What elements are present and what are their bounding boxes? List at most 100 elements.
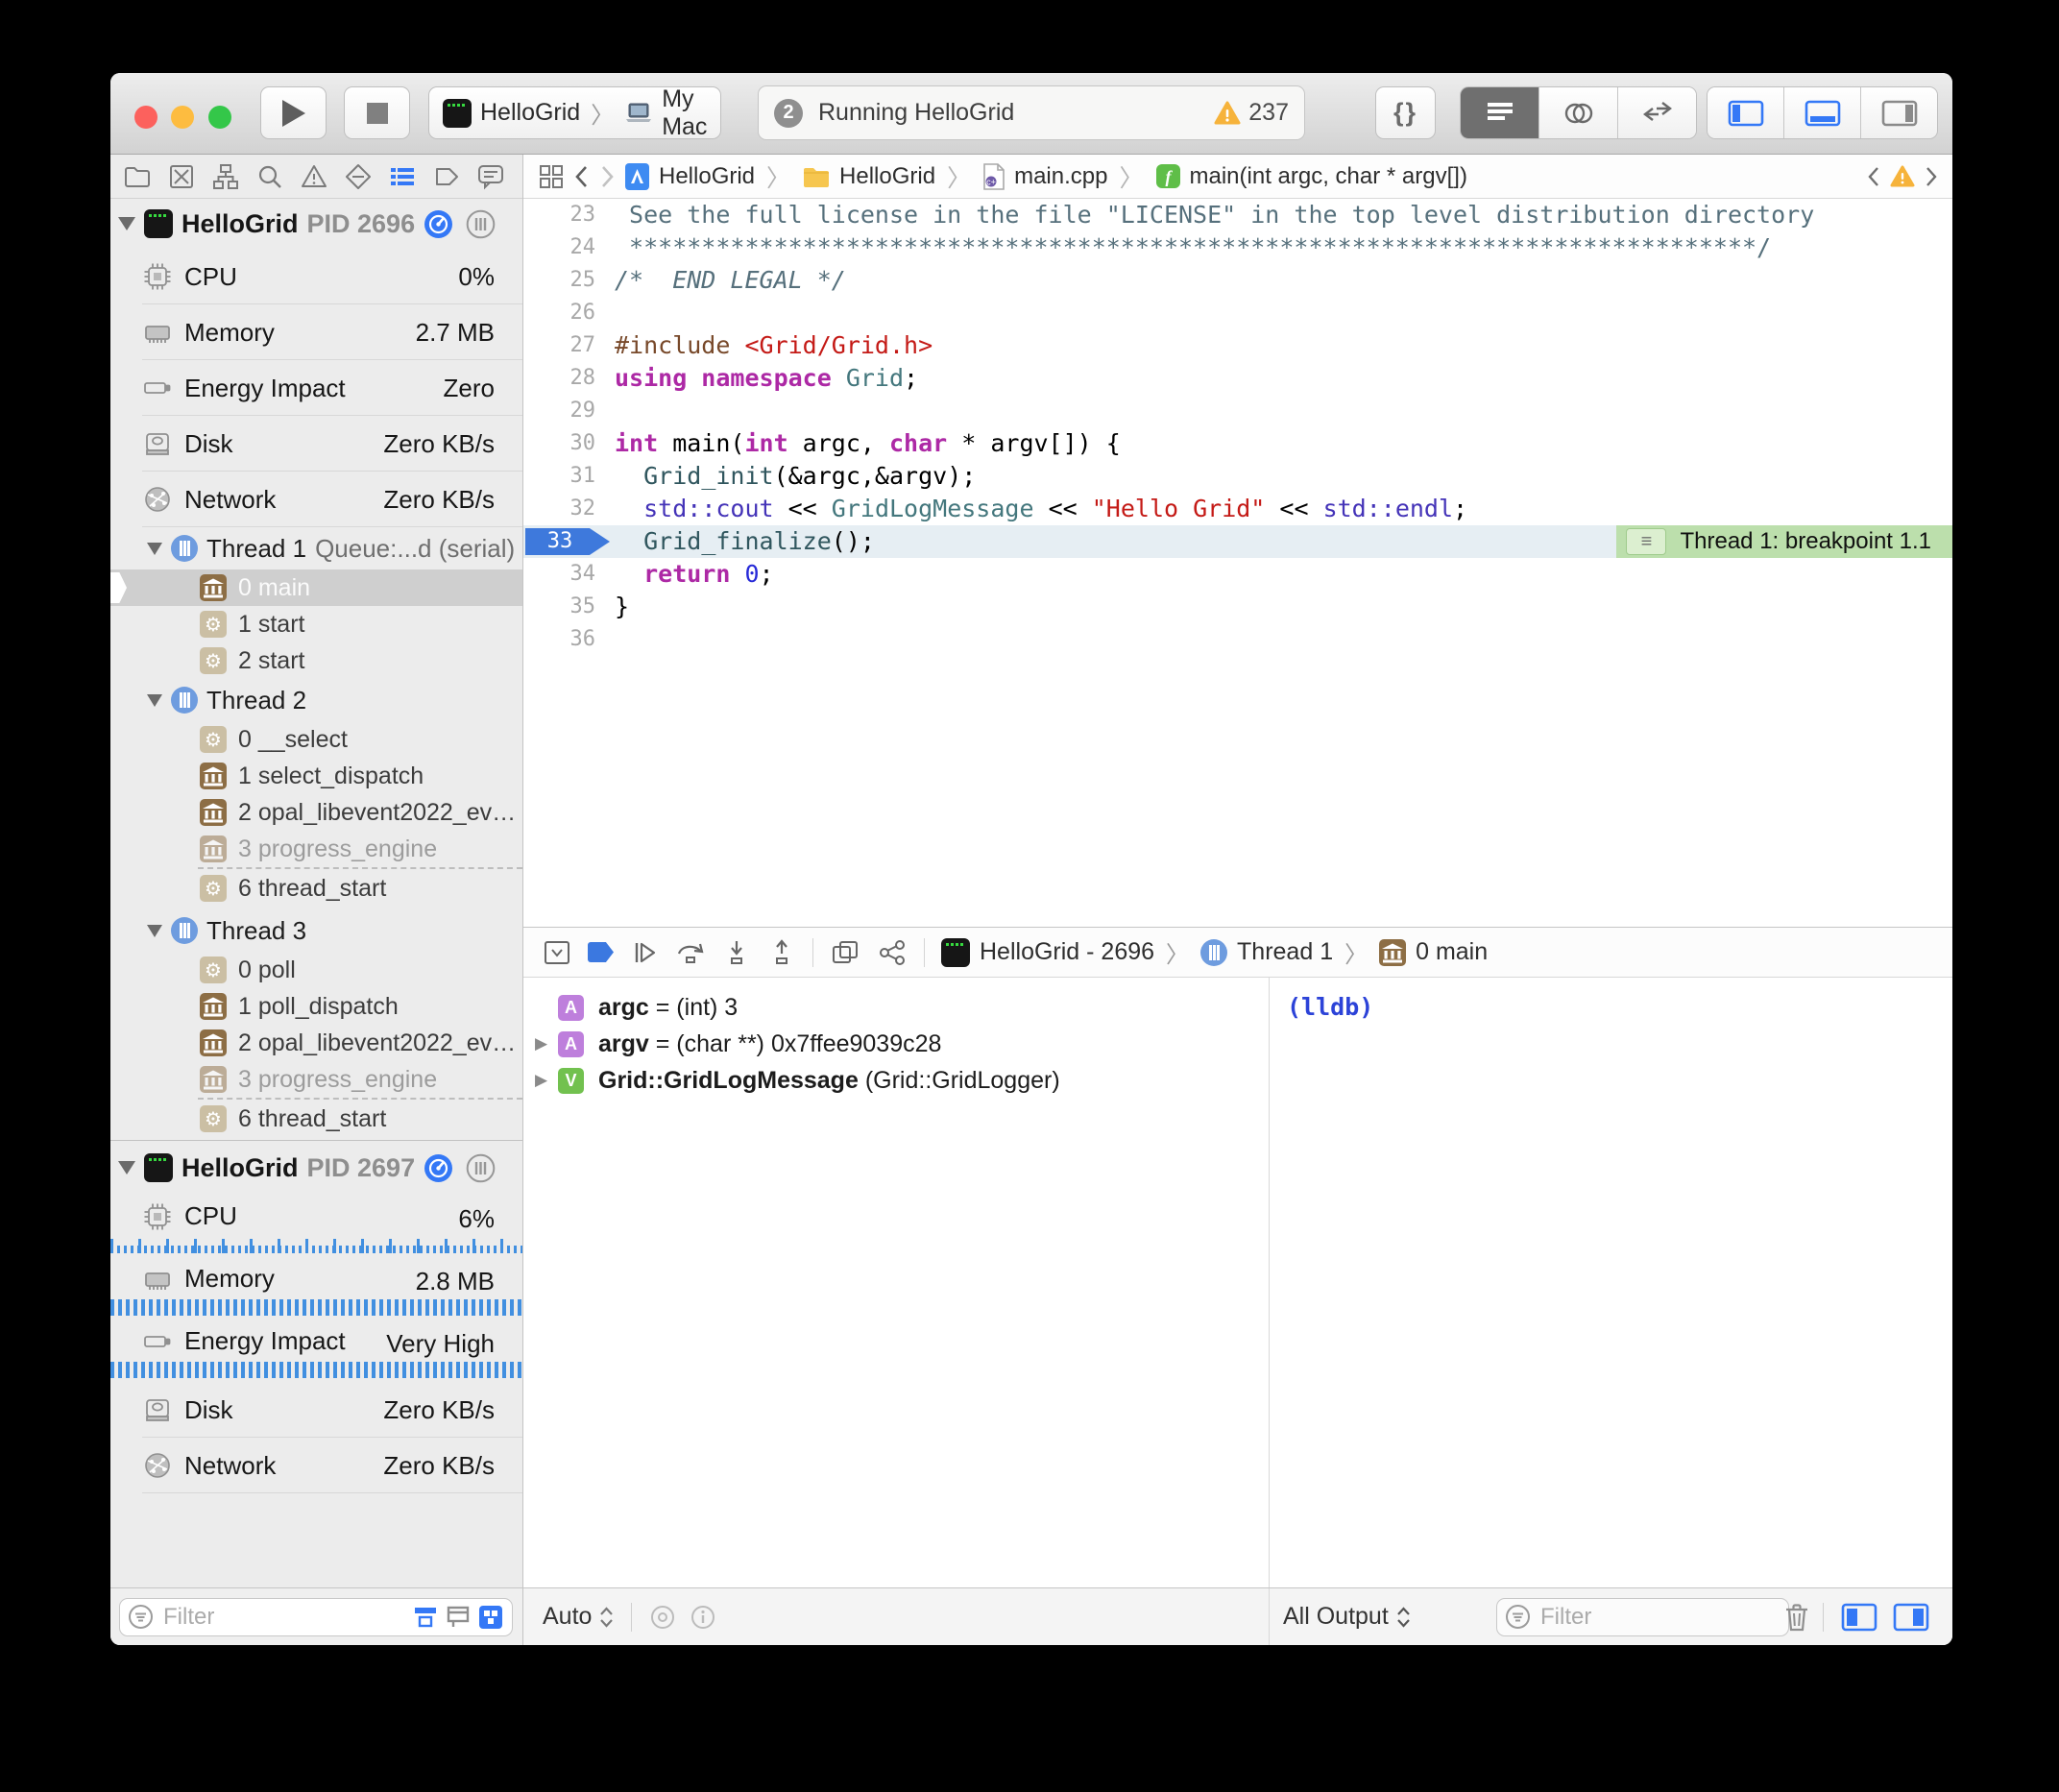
process-row[interactable]: HelloGridPID 2697 [110,1140,522,1195]
navigator-filter-input[interactable]: Filter [119,1598,513,1636]
assistant-editor-button[interactable] [1539,87,1618,138]
version-editor-button[interactable] [1618,87,1696,138]
issue-navigator-tab[interactable] [299,161,328,191]
menu-chip-icon[interactable]: ≡ [1626,528,1666,555]
resource-row[interactable]: DiskZero KB/s [110,1382,522,1438]
disclosure-triangle-icon[interactable]: ▶ [535,1034,547,1053]
project-navigator-tab[interactable] [122,161,152,191]
line-number-gutter[interactable]: 27 [523,329,595,362]
disclosure-triangle-icon[interactable] [147,925,162,937]
variable-row[interactable]: Aargc = (int) 3 [523,989,1269,1026]
scope-flagged-icon[interactable] [445,1604,472,1631]
resource-row[interactable]: CPU0% [110,249,522,304]
close-window-button[interactable] [134,106,157,129]
stack-frame-row[interactable]: ⚙1 start [110,606,522,642]
back-button[interactable] [572,163,590,190]
activity-view[interactable]: 2 Running HelloGrid 237 [758,85,1305,140]
resource-row[interactable]: Memory2.7 MB [110,304,522,360]
disclosure-triangle-icon[interactable]: ▶ [535,1071,547,1090]
console-filter-input[interactable]: Filter [1496,1598,1789,1636]
standard-editor-button[interactable] [1461,87,1539,138]
line-number-gutter[interactable]: 23 [523,199,595,231]
hide-debug-area-button[interactable] [543,938,571,967]
toggle-debug-area-button[interactable] [1784,87,1861,138]
line-number-gutter[interactable]: 31 [523,460,595,493]
gauge-button[interactable] [424,209,453,239]
disclosure-triangle-icon[interactable] [147,694,162,707]
view-hierarchy-button[interactable] [830,938,860,967]
scope-running-icon[interactable] [412,1604,439,1631]
line-number-gutter[interactable]: 26 [523,297,595,329]
clear-console-button[interactable] [1783,1602,1810,1633]
stack-frame-row[interactable]: 2 opal_libevent2022_ev… [110,1025,522,1061]
report-navigator-tab[interactable] [475,161,505,191]
debug-navigator-tab[interactable] [387,161,417,191]
line-number-gutter[interactable]: 36 [523,623,595,656]
line-number-gutter[interactable]: 28 [523,362,595,395]
line-number-gutter[interactable]: 29 [523,395,595,427]
jump-project[interactable]: HelloGrid [659,163,755,190]
step-over-button[interactable] [675,938,706,967]
previous-issue-button[interactable] [1866,164,1881,189]
code-braces-button[interactable]: {} [1375,86,1436,139]
info-icon[interactable] [690,1604,716,1631]
stack-frame-row[interactable]: ⚙6 thread_start [110,1098,522,1140]
zoom-window-button[interactable] [208,106,231,129]
line-number-gutter[interactable]: 30 [523,427,595,460]
jump-symbol[interactable]: main(int argc, char * argv[]) [1190,163,1467,190]
stack-frame-row[interactable]: 3 progress_engine [110,831,522,867]
step-into-button[interactable] [722,938,751,967]
continue-button[interactable] [630,938,659,967]
line-number-gutter[interactable]: 34 [523,558,595,591]
breadcrumb-label[interactable]: HelloGrid - 2696 [980,938,1154,966]
breadcrumb-label[interactable]: Thread 1 [1237,938,1333,966]
resource-row[interactable]: CPU6% [110,1195,522,1257]
toggle-variables-pane-button[interactable] [1841,1603,1877,1632]
toggle-console-pane-button[interactable] [1893,1603,1929,1632]
jump-group[interactable]: HelloGrid [839,163,935,190]
breakpoint-annotation[interactable]: ≡Thread 1: breakpoint 1.1 [1616,525,1952,558]
symbol-navigator-tab[interactable] [210,161,240,191]
stop-button[interactable] [344,86,410,139]
stack-frame-row[interactable]: 3 progress_engine [110,1061,522,1098]
run-button[interactable] [260,86,327,139]
source-control-navigator-tab[interactable] [166,161,196,191]
resource-row[interactable]: Energy ImpactZero [110,360,522,416]
stack-frame-row[interactable]: 1 select_dispatch [110,758,522,794]
thread-row[interactable]: Thread 3 [110,909,522,952]
console-view[interactable]: (lldb) [1270,978,1952,1587]
breadcrumb-label[interactable]: 0 main [1416,938,1488,966]
scheme-selector[interactable]: HelloGrid 〉 My Mac [428,86,721,139]
gauge-button[interactable] [424,1153,453,1183]
issue-warning-icon[interactable] [1890,165,1915,188]
thread-row[interactable]: Thread 2 [110,679,522,721]
console-scope-popup[interactable]: All Output [1283,1603,1411,1631]
disclosure-triangle-icon[interactable] [118,217,135,230]
variable-row[interactable]: ▶VGrid::GridLogMessage (Grid::GridLogger… [523,1062,1269,1099]
related-items-icon[interactable] [539,164,564,189]
stack-frame-row[interactable]: ⚙0 poll [110,952,522,988]
disclosure-triangle-icon[interactable] [118,1161,135,1174]
stack-frame-row[interactable]: 1 poll_dispatch [110,988,522,1025]
next-issue-button[interactable] [1924,164,1939,189]
line-number-gutter[interactable]: 24 [523,231,595,264]
line-number-gutter[interactable]: 25 [523,264,595,297]
stack-frame-row[interactable]: 0 main [110,569,522,606]
minimize-window-button[interactable] [171,106,194,129]
memory-graph-button[interactable] [877,938,908,967]
scope-stack-icon[interactable] [477,1604,504,1631]
variables-scope-popup[interactable]: Auto [543,1603,614,1631]
breakpoints-toggle-button[interactable] [588,942,614,962]
toggle-navigator-button[interactable] [1708,87,1784,138]
resource-row[interactable]: DiskZero KB/s [110,416,522,472]
resource-row[interactable]: NetworkZero KB/s [110,472,522,527]
show-values-icon[interactable] [649,1604,676,1631]
resource-row[interactable]: NetworkZero KB/s [110,1438,522,1493]
line-number-gutter[interactable]: 32 [523,493,595,525]
resource-row[interactable]: Memory2.8 MB [110,1257,522,1320]
jump-file[interactable]: main.cpp [1014,163,1107,190]
process-row[interactable]: HelloGridPID 2696 [110,199,522,249]
stack-frame-row[interactable]: 2 opal_libevent2022_ev… [110,794,522,831]
thread-row[interactable]: Thread 1Queue:...d (serial) [110,527,522,569]
columns-button[interactable] [466,209,496,239]
